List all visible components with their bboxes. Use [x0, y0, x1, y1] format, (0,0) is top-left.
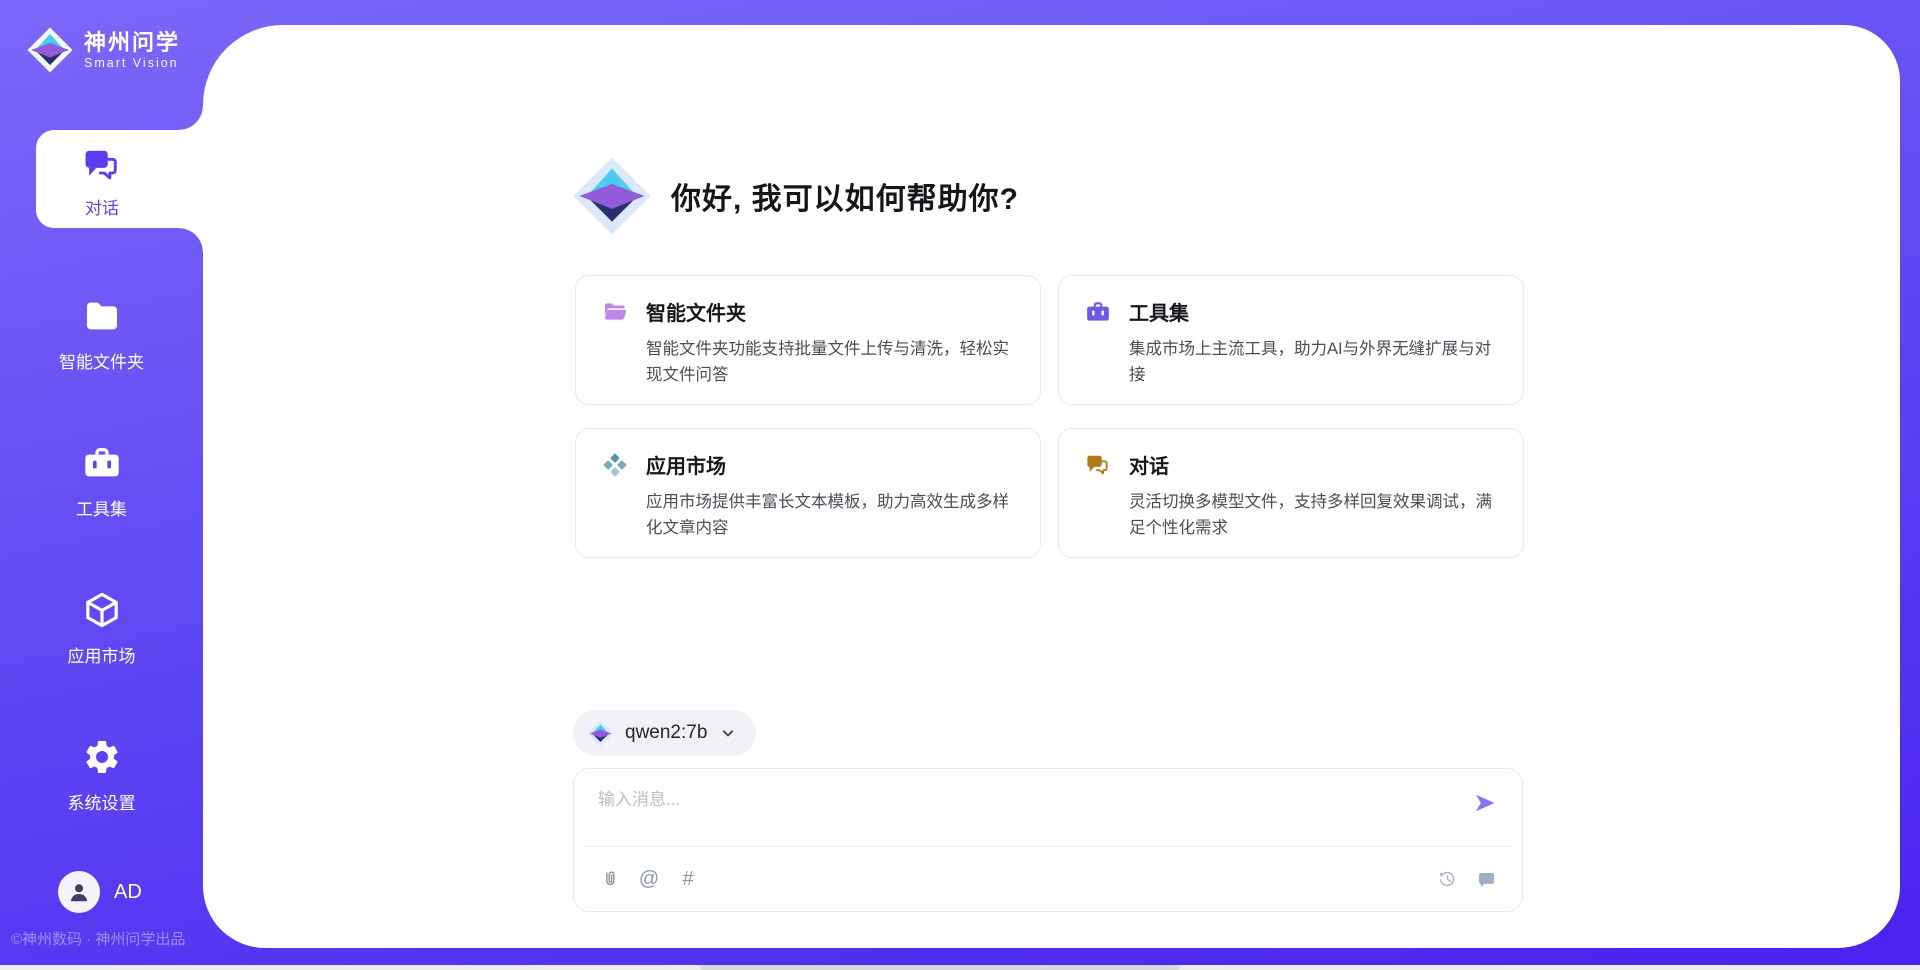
brand-subtitle: Smart Vision: [84, 56, 180, 70]
diamond-logo-icon: [26, 26, 74, 74]
sidebar-item-label: 系统设置: [0, 789, 203, 814]
send-button[interactable]: [1472, 791, 1498, 817]
folder-open-icon: [602, 299, 628, 325]
message-composer: @ #: [573, 768, 1523, 912]
sidebar-item-chat[interactable]: 对话: [36, 130, 168, 219]
topic-icon[interactable]: #: [676, 867, 700, 891]
history-icon[interactable]: [1435, 867, 1459, 891]
card-description: 应用市场提供丰富长文本模板，助力高效生成多样化文章内容: [646, 490, 1014, 541]
tab-curve-bottom: [179, 228, 203, 252]
app-screen: 神州问学 Smart Vision 对话 智能文件: [0, 0, 1920, 970]
model-name: qwen2:7b: [625, 722, 707, 744]
message-input[interactable]: [598, 785, 1448, 839]
card-title: 智能文件夹: [646, 297, 746, 326]
model-selector[interactable]: qwen2:7b: [573, 710, 756, 756]
diamond-logo-icon: [571, 155, 653, 237]
card-description: 智能文件夹功能支持批量文件上传与清洗，轻松实现文件问答: [646, 337, 1014, 388]
card-description: 集成市场上主流工具，助力AI与外界无缝扩展与对接: [1129, 337, 1497, 388]
grid-cube-icon: [602, 452, 628, 478]
brand-name: 神州问学: [84, 30, 180, 55]
brand-logo: 神州问学 Smart Vision: [26, 26, 180, 74]
diamond-logo-icon: [587, 720, 614, 747]
feature-card-smart-folder[interactable]: 智能文件夹 智能文件夹功能支持批量文件上传与清洗，轻松实现文件问答: [575, 275, 1041, 405]
sidebar-item-settings[interactable]: 系统设置: [0, 737, 203, 814]
person-icon: [66, 879, 92, 905]
composer-toolbar: @ #: [598, 861, 1498, 897]
feedback-icon[interactable]: [1474, 867, 1498, 891]
composer-divider: [584, 846, 1514, 847]
scrollbar-thumb[interactable]: [700, 965, 1180, 970]
send-icon: [1473, 791, 1497, 815]
gear-icon: [82, 737, 122, 777]
chevron-down-icon: [718, 723, 738, 743]
card-title: 对话: [1129, 450, 1169, 479]
sidebar-item-label: 应用市场: [0, 642, 203, 667]
cube-icon: [82, 590, 122, 630]
feature-card-toolset[interactable]: 工具集 集成市场上主流工具，助力AI与外界无缝扩展与对接: [1058, 275, 1524, 405]
user-profile[interactable]: AD: [58, 871, 142, 913]
sidebar-item-label: 工具集: [0, 495, 203, 520]
feature-card-app-market[interactable]: 应用市场 应用市场提供丰富长文本模板，助力高效生成多样化文章内容: [575, 428, 1041, 558]
sidebar: 神州问学 Smart Vision 对话 智能文件: [0, 0, 203, 970]
chat-icon: [1085, 452, 1111, 478]
attachment-icon[interactable]: [598, 867, 622, 891]
greeting-title: 你好, 我可以如何帮助你?: [671, 174, 1019, 218]
feature-cards: 智能文件夹 智能文件夹功能支持批量文件上传与清洗，轻松实现文件问答 工具集 集成…: [575, 275, 1525, 558]
card-title: 工具集: [1129, 297, 1189, 326]
horizontal-scrollbar[interactable]: [0, 965, 1920, 970]
avatar: [58, 871, 100, 913]
folder-icon: [82, 296, 122, 336]
card-title: 应用市场: [646, 450, 726, 479]
sidebar-item-smart-folder[interactable]: 智能文件夹: [0, 296, 203, 373]
sidebar-item-toolset[interactable]: 工具集: [0, 443, 203, 520]
sidebar-item-label: 智能文件夹: [0, 348, 203, 373]
user-name: AD: [114, 881, 142, 904]
toolbox-icon: [82, 443, 122, 483]
main-content: 你好, 我可以如何帮助你? 智能文件夹 智能文件夹功能支持批量文件上传与清洗，轻…: [203, 25, 1900, 948]
feature-card-chat[interactable]: 对话 灵活切换多模型文件，支持多样回复效果调试，满足个性化需求: [1058, 428, 1524, 558]
copyright-footer: ©神州数码 · 神州问学出品: [11, 928, 185, 949]
toolbox-icon: [1085, 299, 1111, 325]
sidebar-item-label: 对话: [36, 194, 168, 219]
card-description: 灵活切换多模型文件，支持多样回复效果调试，满足个性化需求: [1129, 490, 1497, 541]
greeting-block: 你好, 我可以如何帮助你?: [571, 155, 1019, 237]
sidebar-item-app-market[interactable]: 应用市场: [0, 590, 203, 667]
tab-curve-top: [179, 106, 203, 130]
chat-icon: [82, 145, 122, 185]
mention-icon[interactable]: @: [637, 867, 661, 891]
